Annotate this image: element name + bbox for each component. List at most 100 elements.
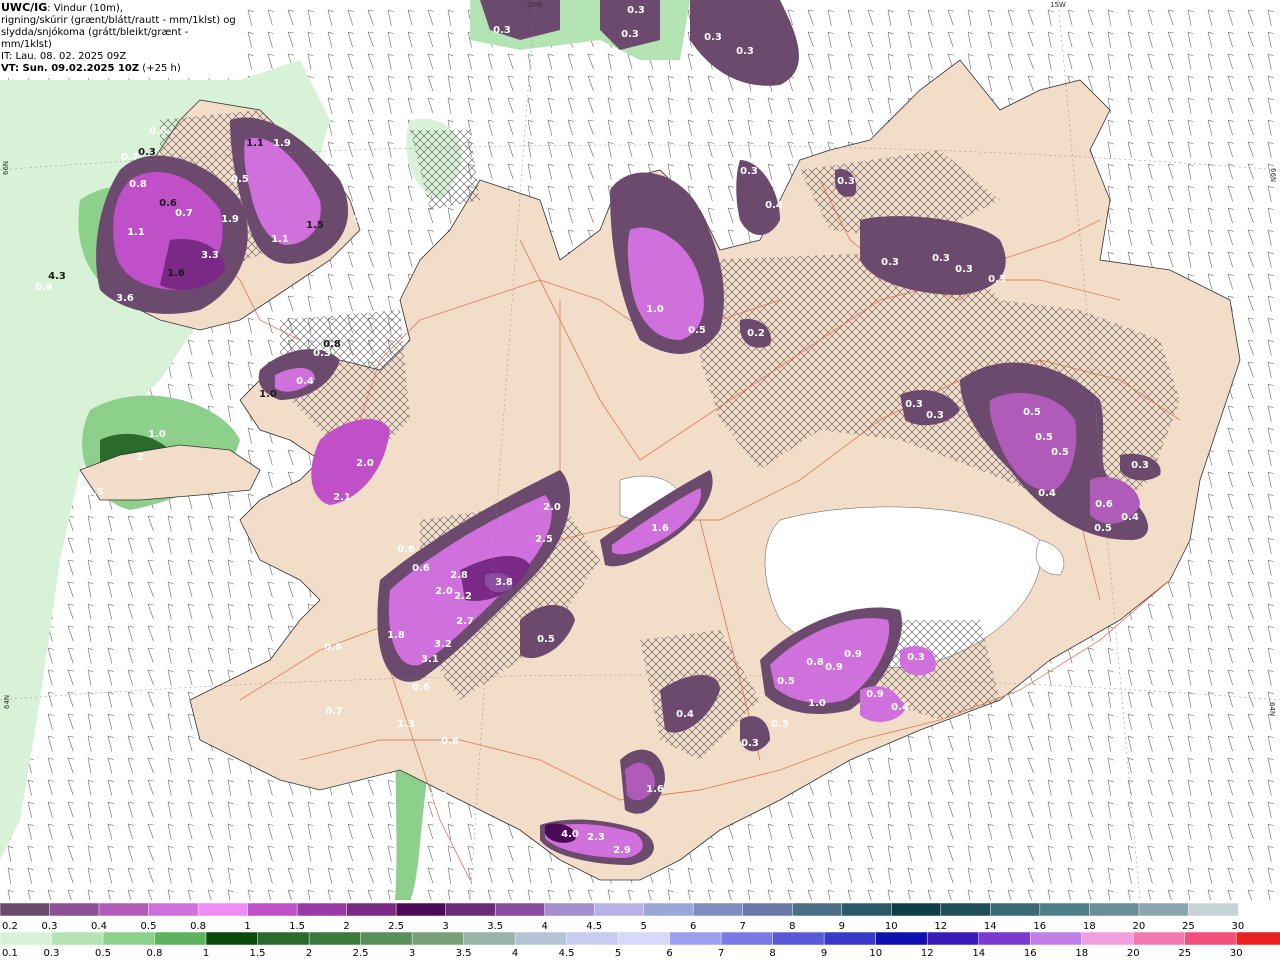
legend-label: 0.8 <box>147 948 163 959</box>
legend-swatch <box>926 931 980 946</box>
precip-value-label: 0.5 <box>1035 432 1053 443</box>
legend-label: 0.5 <box>141 921 157 932</box>
legend-swatch <box>1089 902 1140 917</box>
legend-swatch <box>102 931 156 946</box>
precip-value-label: 0.7 <box>175 208 193 219</box>
precip-value-label: 1.0 <box>148 429 166 440</box>
legend-swatch <box>792 902 843 917</box>
legend-swatch <box>0 931 53 946</box>
precip-value-label: 0.3 <box>493 25 511 36</box>
map-header: UWC/IG: Vindur (10m), rigning/skúrir (gr… <box>0 0 238 78</box>
legend-label: 6 <box>666 948 672 959</box>
legend-swatch <box>1184 931 1237 946</box>
legend-swatch <box>494 902 546 917</box>
legend-label: 0.1 <box>2 948 18 959</box>
lon-15w-label: 15W <box>1050 1 1066 9</box>
legend-label: 8 <box>789 921 795 932</box>
legend-swatch <box>1029 931 1083 946</box>
precip-value-label: 1.6 <box>651 523 669 534</box>
precip-value-label: 0.8 <box>806 657 824 668</box>
legend-swatch <box>1132 931 1186 946</box>
legend-label: 1 <box>203 948 209 959</box>
precip-value-label: 3.5 <box>86 487 104 498</box>
precip-value-label: 0.3 <box>138 147 156 158</box>
legend-label: 10 <box>869 948 882 959</box>
lon-20w-label: 20W <box>527 1 543 9</box>
lat-66n-left-label: 66N <box>2 161 10 175</box>
precip-value-label: 0.5 <box>777 676 795 687</box>
precip-value-label: 0.2 <box>747 328 765 339</box>
legend-swatch <box>360 931 413 946</box>
precip-value-label: 2.2 <box>454 591 472 602</box>
legend-label: 18 <box>1083 921 1096 932</box>
precip-value-label: 0.6 <box>149 126 167 137</box>
legend-swatch <box>772 931 825 946</box>
precip-value-label: 0.4 <box>1038 488 1056 499</box>
legend-label: 25 <box>1182 921 1195 932</box>
precip-value-label: 0.3 <box>621 29 639 40</box>
legend-label: 18 <box>1075 948 1088 959</box>
precip-value-label: 0.7 <box>325 706 343 717</box>
legend-label: 9 <box>821 948 827 959</box>
legend-swatch <box>742 902 793 917</box>
legend-swatch <box>51 931 104 946</box>
legend-swatch <box>154 931 207 946</box>
precip-value-label: 3.8 <box>495 577 513 588</box>
precip-value-label: 0.3 <box>353 214 371 225</box>
legend-swatch <box>1188 902 1239 917</box>
legend-label: 14 <box>984 921 997 932</box>
precip-value-label: 0.6 <box>1095 499 1113 510</box>
precip-value-label: 0.3 <box>704 32 722 43</box>
precip-value-label: 0.3 <box>627 5 645 16</box>
legend-swatch <box>1081 931 1134 946</box>
precip-value-label: 1.3 <box>397 719 415 730</box>
precip-value-label: 1.8 <box>387 630 405 641</box>
precip-value-label: 1.1 <box>246 138 264 149</box>
legend-swatch <box>720 931 774 946</box>
legend-label: 20 <box>1127 948 1140 959</box>
legend-label: 3.5 <box>456 948 472 959</box>
precip-value-label: 1.0 <box>259 389 277 400</box>
legend-label: 5 <box>641 921 647 932</box>
legend-label: 30 <box>1230 948 1243 959</box>
precip-value-label: 0.4 <box>1121 512 1139 523</box>
legend-swatch <box>98 902 150 917</box>
precip-value-label: 2.0 <box>356 458 374 469</box>
legend-swatch <box>875 931 928 946</box>
precip-value-label: 2.0 <box>435 586 453 597</box>
legend-swatch <box>0 902 51 917</box>
legend-label: 2.5 <box>353 948 369 959</box>
precip-value-label: 3.3 <box>201 250 219 261</box>
header-desc-2: rigning/skúrir (grænt/blátt/rautt - mm/1… <box>1 15 236 26</box>
legend-label: 5 <box>615 948 621 959</box>
lat-66n-right-label: 66N <box>1269 168 1277 182</box>
legend-label: 7 <box>718 948 724 959</box>
precip-value-label: 0.4 <box>676 709 694 720</box>
legend-label: 20 <box>1133 921 1146 932</box>
precip-value-label: 3.1 <box>421 654 439 665</box>
legend-swatch <box>148 902 199 917</box>
precip-value-label: 0.9 <box>825 662 843 673</box>
precip-value-label: 0.4 <box>296 376 314 387</box>
legend-label: 16 <box>1024 948 1037 959</box>
precip-value-label: 1.6 <box>167 268 185 279</box>
precip-value-label: 0.5 <box>537 634 555 645</box>
precip-value-label: 0.3 <box>988 274 1006 285</box>
legend-label: 2 <box>343 921 349 932</box>
legend-swatch <box>593 902 645 917</box>
legend-swatch <box>990 902 1041 917</box>
valid-time-offset: (+25 h) <box>139 63 181 74</box>
legend-swatch <box>514 931 568 946</box>
legend-label: 0.5 <box>95 948 111 959</box>
legend-label: 4.5 <box>586 921 602 932</box>
precip-value-label: 1.9 <box>273 138 291 149</box>
precip-value-label: 0.6 <box>324 642 342 653</box>
legend-label: 1.5 <box>250 948 266 959</box>
legend-swatch <box>445 902 496 917</box>
precip-value-label: 1.5 <box>306 220 324 231</box>
precip-value-label: 0.5 <box>1094 523 1112 534</box>
precip-value-label: 0.6 <box>397 544 415 555</box>
precip-value-label: 0.5 <box>1051 447 1069 458</box>
legend-label: 6 <box>690 921 696 932</box>
legend-swatch <box>643 902 694 917</box>
